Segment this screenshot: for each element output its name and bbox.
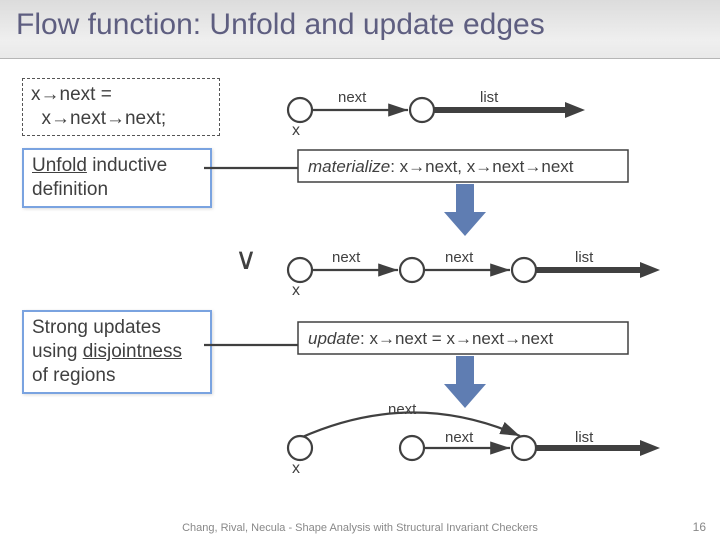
list-label: list bbox=[480, 89, 499, 106]
svg-text:list: list bbox=[575, 249, 594, 266]
materialize-expr: x→next, x→next→next bbox=[400, 157, 574, 176]
update-name: update bbox=[308, 329, 360, 348]
step-materialize: materialize: x→next, x→next→next bbox=[296, 148, 716, 198]
update-expr: x→next = x→next→next bbox=[369, 329, 553, 348]
shape-updated: next x next list bbox=[280, 398, 710, 488]
svg-text:x: x bbox=[292, 282, 300, 299]
svg-text:x: x bbox=[292, 460, 300, 477]
svg-text:materialize: x→next, x→next→: materialize: x→next, x→next→next bbox=[308, 157, 574, 176]
svg-text:next: next bbox=[445, 249, 474, 266]
shape-initial: x next list bbox=[280, 80, 710, 140]
shape-materialized: x next next list bbox=[280, 240, 710, 300]
svg-text:next: next bbox=[332, 249, 361, 266]
down-arrow-1 bbox=[440, 184, 490, 240]
svg-text:list: list bbox=[575, 429, 594, 446]
next-label: next bbox=[338, 89, 367, 106]
step-update: update: x→next = x→next→next bbox=[296, 320, 716, 370]
slide: Flow function: Unfold and update edges x… bbox=[0, 0, 720, 540]
materialize-name: materialize bbox=[308, 157, 390, 176]
footer: Chang, Rival, Necula - Shape Analysis wi… bbox=[0, 522, 720, 534]
svg-text:update: x→next = x→next→next: update: x→next = x→next→next bbox=[308, 329, 554, 348]
svg-text:next: next bbox=[388, 401, 417, 418]
x-label: x bbox=[292, 122, 300, 139]
page-number: 16 bbox=[693, 520, 706, 534]
svg-text:next: next bbox=[445, 429, 474, 446]
